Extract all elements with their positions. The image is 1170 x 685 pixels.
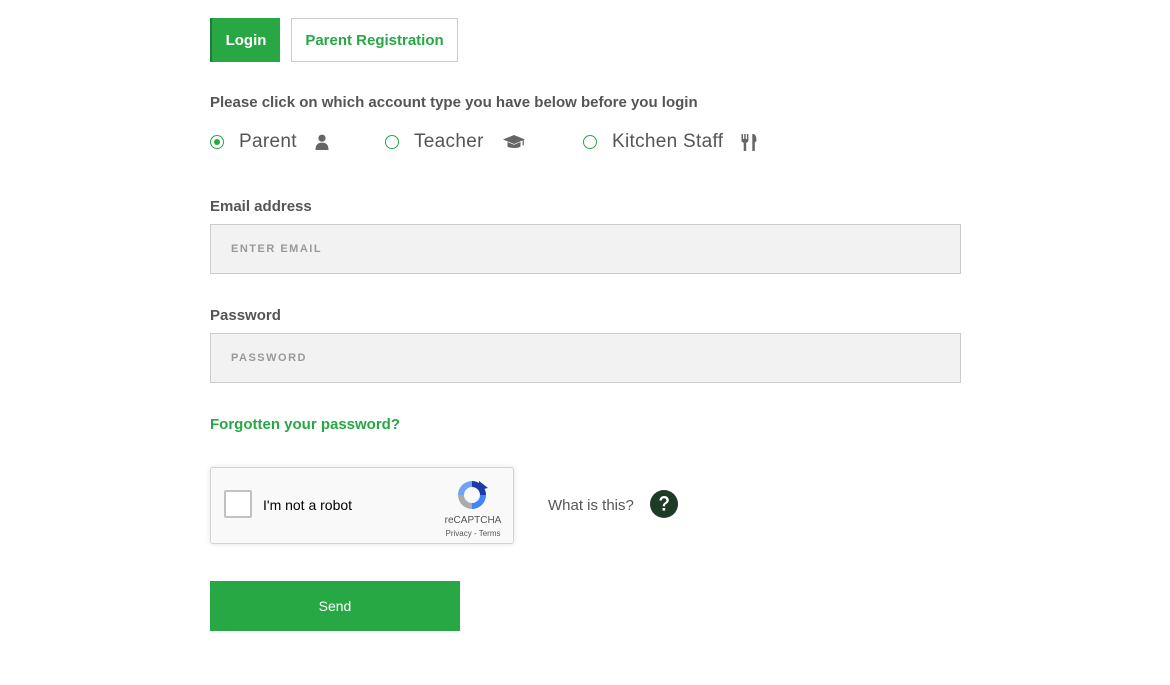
recaptcha-links: Privacy - Terms <box>433 529 513 538</box>
cutlery-icon <box>741 133 757 151</box>
recaptcha-brand: reCAPTCHA <box>444 515 502 526</box>
account-type-teacher[interactable]: Teacher <box>385 128 526 156</box>
account-type-parent[interactable]: Parent <box>210 128 329 156</box>
account-type-group: Parent Teacher Kitchen Staff <box>210 128 810 156</box>
password-field[interactable] <box>210 333 961 383</box>
account-type-label: Teacher <box>414 131 484 152</box>
account-type-label: Parent <box>239 131 297 152</box>
radio-kitchen-staff[interactable] <box>583 135 597 149</box>
login-page: Login Parent Registration Please click o… <box>0 0 1170 685</box>
recaptcha-label: I'm not a robot <box>263 497 353 513</box>
email-field[interactable] <box>210 224 961 274</box>
recaptcha-widget: I'm not a robot reCAPTCHA Privacy - Term… <box>210 467 514 544</box>
question-circle-icon[interactable] <box>650 490 678 518</box>
auth-tabs: Login Parent Registration <box>210 18 458 62</box>
radio-teacher[interactable] <box>385 135 399 149</box>
recaptcha-checkbox[interactable] <box>224 490 252 518</box>
what-is-this-text: What is this? <box>548 497 634 514</box>
tab-parent-registration[interactable]: Parent Registration <box>291 18 458 62</box>
radio-parent[interactable] <box>210 135 224 149</box>
graduation-cap-icon <box>502 134 526 150</box>
account-type-kitchen-staff[interactable]: Kitchen Staff <box>583 128 757 156</box>
forgot-password-link[interactable]: Forgotten your password? <box>210 416 400 433</box>
recaptcha-logo-icon <box>455 478 489 512</box>
send-button[interactable]: Send <box>210 581 460 631</box>
user-icon <box>315 134 329 150</box>
account-type-label: Kitchen Staff <box>612 131 724 152</box>
tab-login[interactable]: Login <box>210 18 280 62</box>
email-label: Email address <box>210 198 312 215</box>
recaptcha-terms-link[interactable]: Terms <box>479 529 501 538</box>
recaptcha-link-separator: - <box>471 529 479 538</box>
account-type-instruction: Please click on which account type you h… <box>210 94 698 111</box>
recaptcha-privacy-link[interactable]: Privacy <box>446 529 472 538</box>
password-label: Password <box>210 307 281 324</box>
